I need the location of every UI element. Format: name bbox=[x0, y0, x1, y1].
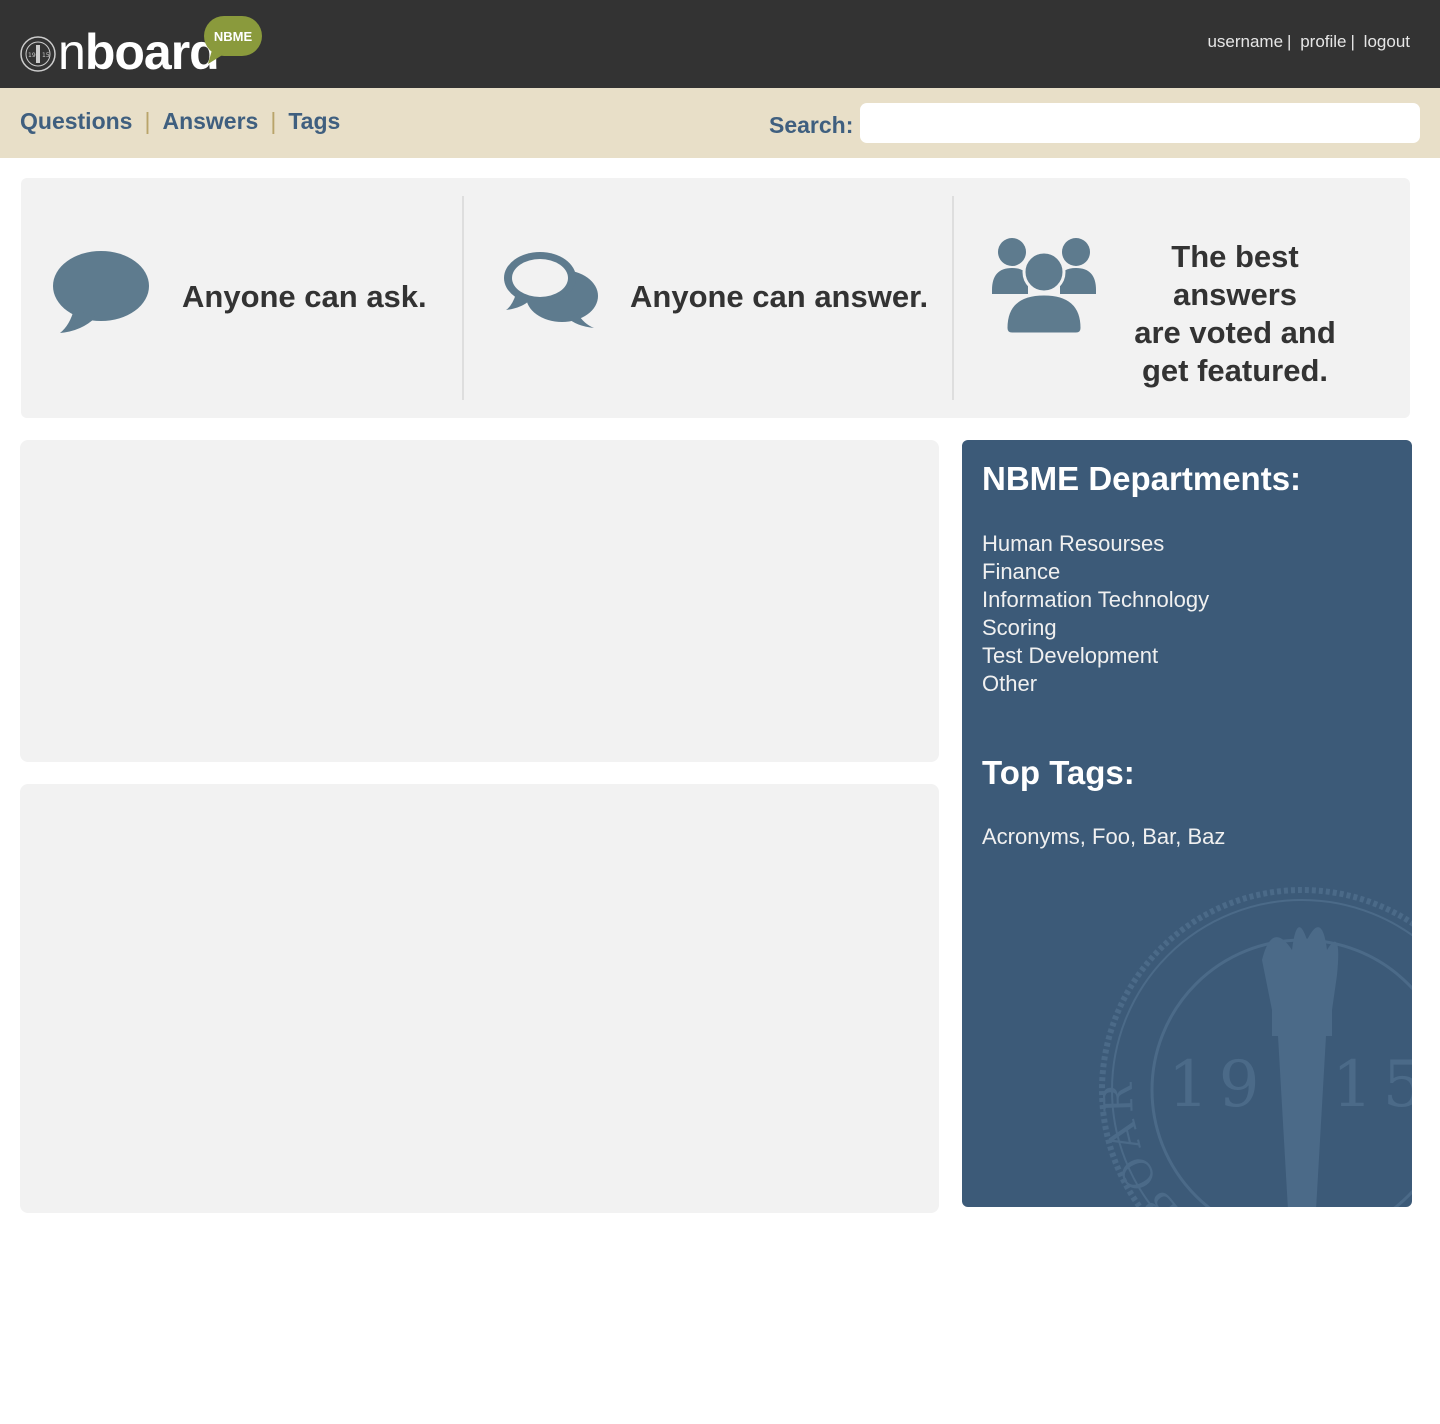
department-link[interactable]: Information Technology bbox=[982, 587, 1209, 612]
feature-featured-line: The best answers bbox=[1171, 239, 1299, 312]
profile-link[interactable]: profile bbox=[1300, 32, 1346, 51]
tag-link[interactable]: Acronyms bbox=[982, 824, 1080, 849]
watermark-year-left: 19 bbox=[1168, 1048, 1269, 1122]
nav-bar: Questions | Answers | Tags Search: bbox=[0, 88, 1440, 158]
list-item: Other bbox=[982, 670, 1209, 698]
department-link[interactable]: Scoring bbox=[982, 615, 1057, 640]
svg-text:19: 19 bbox=[28, 52, 36, 59]
separator: | bbox=[1287, 32, 1292, 51]
tag-link[interactable]: Bar bbox=[1142, 824, 1175, 849]
svg-text:15: 15 bbox=[42, 52, 50, 59]
logo-wordmark: nboard bbox=[58, 22, 220, 82]
group-icon bbox=[992, 238, 1096, 336]
departments-title: NBME Departments: bbox=[982, 460, 1302, 497]
list-item: Information Technology bbox=[982, 586, 1209, 614]
nav-separator: | bbox=[270, 108, 277, 134]
list-item: Human Resourses bbox=[982, 530, 1209, 558]
feature-divider bbox=[462, 196, 464, 400]
nav-questions[interactable]: Questions bbox=[20, 108, 132, 134]
list-item: Test Development bbox=[982, 642, 1209, 670]
department-link[interactable]: Human Resourses bbox=[982, 531, 1164, 556]
logout-link[interactable]: logout bbox=[1364, 32, 1410, 51]
sidebar: NATIONAL BOARD OF MEDICAL 19 15 NBME Dep… bbox=[962, 440, 1412, 1207]
conversation-icon bbox=[504, 252, 598, 328]
features-panel: Anyone can ask. Anyone can answer. The b… bbox=[21, 178, 1410, 418]
separator: | bbox=[1350, 32, 1355, 51]
feature-divider bbox=[952, 196, 954, 400]
search-input[interactable] bbox=[860, 103, 1420, 143]
onboard-logo[interactable]: 19 15 nboard NBME bbox=[20, 14, 270, 80]
logo-text-bold: board bbox=[84, 24, 220, 80]
content-panel-bottom bbox=[20, 784, 939, 1213]
main-nav: Questions | Answers | Tags bbox=[20, 108, 340, 135]
logo-text-thin: n bbox=[58, 24, 86, 80]
feature-answer-text: Anyone can answer. bbox=[630, 279, 929, 314]
top-header: 19 15 nboard NBME username | profile | log… bbox=[0, 0, 1440, 88]
content-panel-top bbox=[20, 440, 939, 762]
department-link[interactable]: Test Development bbox=[982, 643, 1158, 668]
speech-bubble-icon bbox=[53, 251, 149, 333]
feature-featured-line: are voted and bbox=[1134, 315, 1336, 350]
nav-separator: | bbox=[144, 108, 151, 134]
department-link[interactable]: Finance bbox=[982, 559, 1060, 584]
list-item: Finance bbox=[982, 558, 1209, 586]
feature-featured-text: The best answers are voted and get featu… bbox=[1107, 238, 1363, 390]
nav-answers[interactable]: Answers bbox=[162, 108, 258, 134]
top-tags-list: Acronyms, Foo, Bar, Baz bbox=[982, 824, 1226, 849]
tag-link[interactable]: Foo bbox=[1092, 824, 1130, 849]
feature-ask-text: Anyone can ask. bbox=[182, 279, 427, 314]
list-item: Scoring bbox=[982, 614, 1209, 642]
watermark-ring-text: NATIONAL BOARD OF MEDICAL bbox=[1092, 880, 1412, 1207]
watermark-year-right: 15 bbox=[1332, 1048, 1412, 1122]
nbme-seal-icon: 19 15 bbox=[20, 36, 56, 72]
feature-featured-line: get featured. bbox=[1141, 353, 1329, 388]
tag-link[interactable]: Baz bbox=[1187, 824, 1225, 849]
logo-badge: NBME bbox=[213, 29, 253, 44]
user-links: username | profile | logout bbox=[1207, 32, 1410, 52]
department-link[interactable]: Other bbox=[982, 671, 1037, 696]
search-label: Search: bbox=[769, 112, 854, 138]
top-tags-title: Top Tags: bbox=[982, 754, 1135, 791]
username-link[interactable]: username bbox=[1207, 32, 1283, 51]
departments-list: Human Resourses Finance Information Tech… bbox=[982, 530, 1209, 698]
nav-tags[interactable]: Tags bbox=[288, 108, 340, 134]
nbme-seal-watermark-icon: NATIONAL BOARD OF MEDICAL 19 15 bbox=[1092, 880, 1412, 1207]
